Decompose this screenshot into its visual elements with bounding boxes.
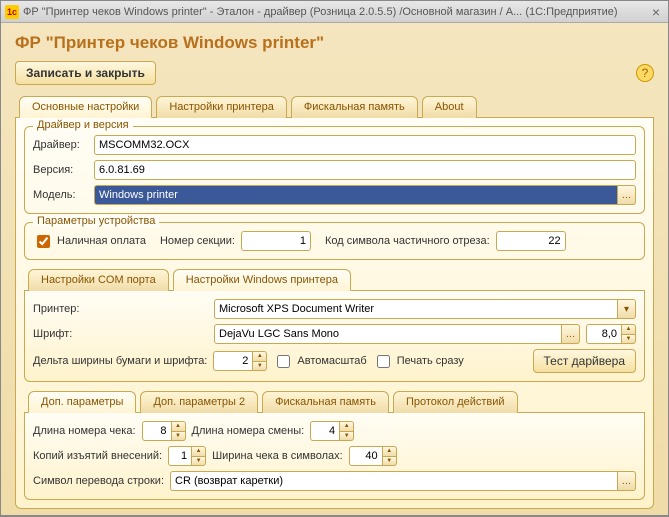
autoscale-input[interactable]	[277, 355, 290, 368]
cash-checkbox-input[interactable]	[37, 235, 50, 248]
driver-legend: Драйвер и версия	[33, 119, 133, 131]
printer-input[interactable]	[214, 299, 618, 319]
font-size-down[interactable]: ▼	[622, 334, 636, 345]
cut-input[interactable]	[496, 231, 566, 251]
extratab-log[interactable]: Протокол действий	[393, 391, 518, 413]
width-input[interactable]	[349, 446, 383, 466]
font-label: Шрифт:	[33, 328, 208, 340]
width-label: Ширина чека в символах:	[212, 450, 343, 462]
section-label: Номер секции:	[160, 235, 235, 247]
window-titlebar: 1c ФР "Принтер чеков Windows printer" - …	[1, 1, 668, 23]
close-icon[interactable]: ×	[648, 4, 664, 20]
help-icon[interactable]: ?	[636, 64, 654, 82]
main-tabs: Основные настройки Настройки принтера Фи…	[15, 95, 654, 118]
save-close-button[interactable]: Записать и закрыть	[15, 61, 156, 85]
model-input[interactable]	[94, 185, 618, 205]
check-len-label: Длина номера чека:	[33, 425, 136, 437]
copies-up[interactable]: ▲	[192, 446, 206, 456]
shift-len-input[interactable]	[310, 421, 340, 441]
version-input[interactable]	[94, 160, 636, 180]
check-len-up[interactable]: ▲	[172, 421, 186, 431]
printnow-input[interactable]	[377, 355, 390, 368]
autoscale-checkbox[interactable]: Автомасштаб	[273, 352, 366, 371]
app-icon: 1c	[5, 5, 19, 19]
cash-checkbox[interactable]: Наличная оплата	[33, 232, 146, 251]
extra-tabs: Доп. параметры Доп. параметры 2 Фискальн…	[24, 390, 645, 413]
version-label: Версия:	[33, 164, 88, 176]
printer-label: Принтер:	[33, 303, 208, 315]
subtab-com[interactable]: Настройки COM порта	[28, 269, 169, 291]
shift-len-down[interactable]: ▼	[340, 431, 354, 442]
copies-label: Копий изъятий внесений:	[33, 450, 162, 462]
newline-label: Символ перевода строки:	[33, 475, 164, 487]
shift-len-up[interactable]: ▲	[340, 421, 354, 431]
cut-label: Код символа частичного отреза:	[325, 235, 490, 247]
device-fieldset: Параметры устройства Наличная оплата Ном…	[24, 222, 645, 260]
newline-dropdown-button[interactable]: …	[618, 471, 636, 491]
newline-input[interactable]	[170, 471, 618, 491]
shift-len-label: Длина номера смены:	[192, 425, 305, 437]
font-dropdown-button[interactable]: …	[562, 324, 580, 344]
tab-basic[interactable]: Основные настройки	[19, 96, 152, 118]
check-len-down[interactable]: ▼	[172, 431, 186, 442]
driver-fieldset: Драйвер и версия Драйвер: Версия: Модель…	[24, 126, 645, 214]
extratab-p1[interactable]: Доп. параметры	[28, 391, 136, 413]
driver-input[interactable]	[94, 135, 636, 155]
font-size-up[interactable]: ▲	[622, 324, 636, 334]
tab-printer[interactable]: Настройки принтера	[156, 96, 287, 118]
printer-subtabs: Настройки COM порта Настройки Windows пр…	[24, 268, 645, 291]
delta-label: Дельта ширины бумаги и шрифта:	[33, 355, 207, 367]
model-dropdown-button[interactable]: …	[618, 185, 636, 205]
check-len-input[interactable]	[142, 421, 172, 441]
device-legend: Параметры устройства	[33, 215, 159, 227]
model-label: Модель:	[33, 189, 88, 201]
copies-input[interactable]	[168, 446, 192, 466]
extratab-fiscal[interactable]: Фискальная память	[262, 391, 389, 413]
driver-label: Драйвер:	[33, 139, 88, 151]
printer-dropdown-icon[interactable]: ▾	[618, 299, 636, 319]
page-title: ФР "Принтер чеков Windows printer"	[15, 33, 654, 53]
copies-down[interactable]: ▼	[192, 456, 206, 467]
printnow-checkbox[interactable]: Печать сразу	[373, 352, 464, 371]
extratab-p2[interactable]: Доп. параметры 2	[140, 391, 258, 413]
delta-down[interactable]: ▼	[253, 361, 267, 372]
delta-up[interactable]: ▲	[253, 351, 267, 361]
font-input[interactable]	[214, 324, 562, 344]
delta-input[interactable]	[213, 351, 253, 371]
section-input[interactable]	[241, 231, 311, 251]
subtab-win[interactable]: Настройки Windows принтера	[173, 269, 351, 291]
width-down[interactable]: ▼	[383, 456, 397, 467]
font-size-input[interactable]	[586, 324, 622, 344]
tab-about[interactable]: About	[422, 96, 477, 118]
width-up[interactable]: ▲	[383, 446, 397, 456]
window-title: ФР "Принтер чеков Windows printer" - Эта…	[23, 6, 648, 18]
tab-fiscal[interactable]: Фискальная память	[291, 96, 418, 118]
test-driver-button[interactable]: Тест дарйвера	[533, 349, 636, 373]
